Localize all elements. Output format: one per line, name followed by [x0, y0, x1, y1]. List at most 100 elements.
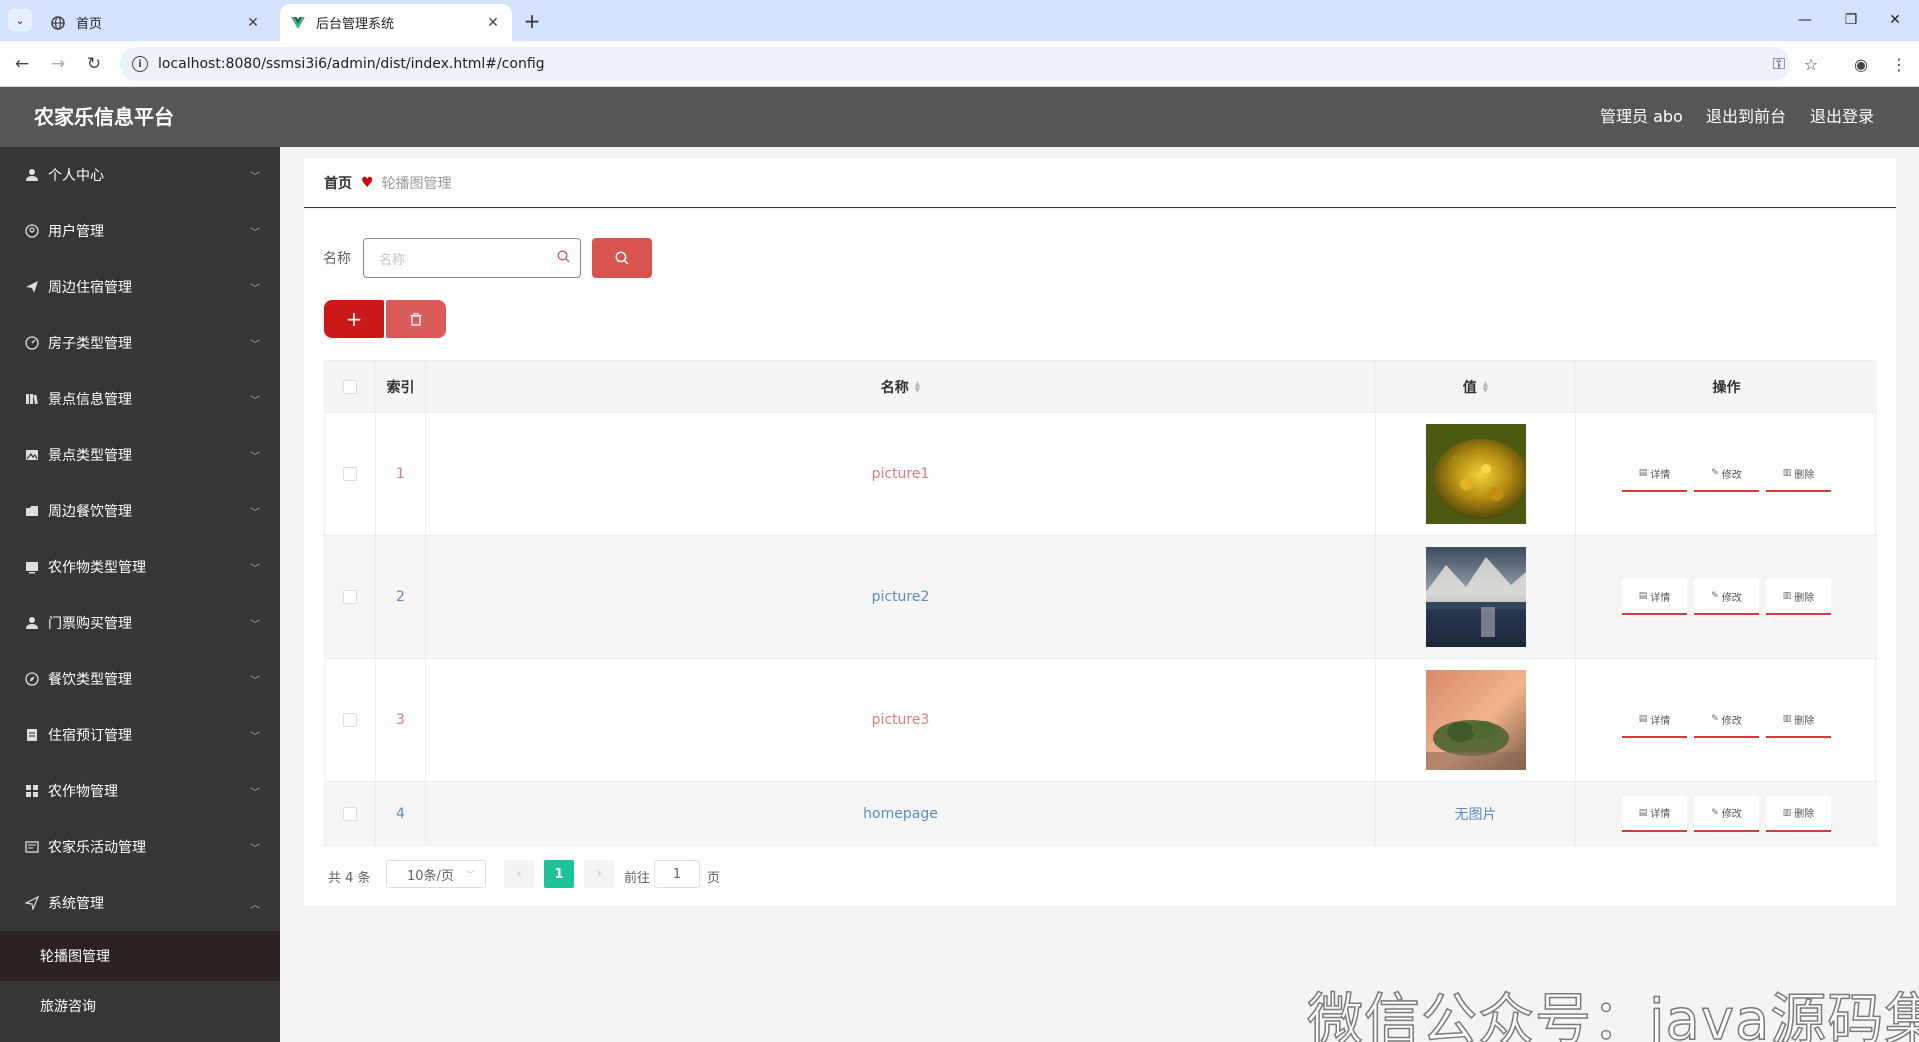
row-checkbox-cell[interactable] [325, 536, 376, 658]
key-icon[interactable]: ⚿ [1766, 51, 1792, 77]
goto-page-input[interactable]: 1 [654, 860, 700, 888]
delete-button[interactable]: ▥ 删除 [1766, 456, 1831, 492]
sidebar-item-ticket-purchase[interactable]: 门票购买管理 ﹀ [0, 595, 280, 651]
detail-button[interactable]: ▤ 详情 [1622, 456, 1687, 492]
sidebar-item-house-type[interactable]: 房子类型管理 ﹀ [0, 315, 280, 371]
search-label: 名称 [323, 251, 351, 267]
edit-label: 修改 [1721, 715, 1742, 727]
table-header-row: 索引 名称 ▲ ▼ 值 ▲ ▼ 操作 [325, 361, 1877, 413]
logout-link[interactable]: 退出登录 [1810, 87, 1874, 147]
close-icon[interactable]: ✕ [242, 12, 264, 34]
page-number-current[interactable]: 1 [544, 860, 574, 888]
delete-button[interactable]: ▥ 删除 [1766, 702, 1831, 738]
row-actions: ▤ 详情 ✎ 修改 ▥ 删除 [1576, 536, 1877, 658]
edit-button[interactable]: ✎ 修改 [1694, 702, 1759, 738]
tab-search-chevron-icon[interactable]: ⌄ [8, 9, 32, 31]
sidebar-subitem-travel-consult[interactable]: 旅游咨询 [0, 981, 280, 1031]
site-info-icon[interactable]: i [132, 56, 148, 72]
sidebar-item-label: 住宿预订管理 [48, 728, 132, 744]
header-name[interactable]: 名称 ▲ ▼ [426, 361, 1376, 412]
sidebar-item-user-management[interactable]: 用户管理 ﹀ [0, 203, 280, 259]
sidebar-menu: 个人中心 ﹀ 用户管理 ﹀ 周边住宿管理 ﹀ 房子类型管理 ﹀ 景点信息管理 ﹀… [0, 147, 280, 1042]
pagination-total: 共 4 条 [328, 871, 371, 886]
send-icon [23, 278, 41, 296]
detail-button[interactable]: ▤ 详情 [1622, 702, 1687, 738]
carousel-thumbnail-yellow-flower[interactable] [1425, 424, 1526, 524]
row-checkbox[interactable] [343, 590, 357, 604]
carousel-thumbnail-mountain-lake[interactable] [1425, 547, 1526, 647]
select-all-checkbox[interactable] [343, 379, 357, 394]
sidebar-item-system-management[interactable]: 系统管理 ︿ [0, 875, 280, 931]
edit-button[interactable]: ✎ 修改 [1694, 456, 1759, 492]
sidebar-item-scenic-info[interactable]: 景点信息管理 ﹀ [0, 371, 280, 427]
breadcrumb-home[interactable]: 首页 [324, 173, 352, 193]
reload-icon[interactable]: ↻ [80, 50, 108, 78]
sort-caret-icon[interactable]: ▲ ▼ [1483, 380, 1488, 393]
new-tab-plus-icon[interactable]: + [520, 9, 544, 33]
row-checkbox-cell[interactable] [325, 659, 376, 781]
browser-tab-home[interactable]: 首页 ✕ [40, 4, 272, 41]
delete-button[interactable]: ▥ 删除 [1766, 579, 1831, 615]
window-close-icon[interactable]: ✕ [1877, 6, 1913, 34]
carousel-thumbnail-island-sunset[interactable] [1425, 670, 1526, 770]
page-size-select[interactable]: 10条/页 ﹀ [386, 860, 486, 888]
sidebar-item-activities[interactable]: 农家乐活动管理 ﹀ [0, 819, 280, 875]
browser-tab-title: 后台管理系统 [316, 17, 395, 32]
header-select-all[interactable] [325, 361, 376, 412]
url-omnibox[interactable]: i localhost:8080/ssmsi3i6/admin/dist/ind… [120, 47, 1790, 81]
sidebar-item-label: 周边住宿管理 [48, 280, 132, 296]
name-search-input[interactable]: 名称 [363, 238, 581, 278]
sidebar-item-dining-type[interactable]: 餐饮类型管理 ﹀ [0, 651, 280, 707]
sidebar-item-label: 门票购买管理 [48, 616, 132, 632]
sidebar-item-label: 景点信息管理 [48, 392, 132, 408]
row-checkbox[interactable] [343, 806, 357, 821]
row-checkbox[interactable] [343, 467, 357, 481]
detail-button[interactable]: ▤ 详情 [1622, 579, 1687, 615]
minimize-icon[interactable]: — [1787, 6, 1823, 34]
sidebar-item-lodging-booking[interactable]: 住宿预订管理 ﹀ [0, 707, 280, 763]
row-checkbox-cell[interactable] [325, 413, 376, 535]
detail-button[interactable]: ▤ 详情 [1622, 795, 1687, 832]
bookmark-star-icon[interactable]: ☆ [1798, 51, 1824, 77]
sort-caret-icon[interactable]: ▲ ▼ [915, 380, 920, 393]
prev-page-button[interactable]: ‹ [504, 860, 534, 888]
gauge-icon [23, 334, 41, 352]
chevron-down-icon: ﹀ [250, 619, 260, 631]
chevron-down-icon: ﹀ [250, 339, 260, 351]
sidebar-item-crop-management[interactable]: 农作物管理 ﹀ [0, 763, 280, 819]
detail-label: 详情 [1650, 592, 1671, 604]
search-button[interactable] [592, 238, 652, 278]
exit-to-front-link[interactable]: 退出到前台 [1706, 87, 1786, 147]
back-arrow-icon[interactable]: ← [8, 50, 36, 78]
restore-icon[interactable]: ❐ [1833, 6, 1869, 34]
row-checkbox-cell[interactable] [325, 782, 376, 845]
trash-icon: ▥ [1782, 714, 1792, 724]
forward-arrow-icon[interactable]: → [44, 50, 72, 78]
sidebar-item-lodging[interactable]: 周边住宿管理 ﹀ [0, 259, 280, 315]
row-value [1376, 659, 1576, 781]
sidebar-item-dining[interactable]: 周边餐饮管理 ﹀ [0, 483, 280, 539]
next-page-button[interactable]: › [584, 860, 614, 888]
browser-tab-admin[interactable]: 后台管理系统 ✕ [280, 4, 512, 41]
edit-button[interactable]: ✎ 修改 [1694, 579, 1759, 615]
add-button[interactable]: + [324, 300, 384, 338]
delete-button[interactable]: ▥ 删除 [1766, 795, 1831, 832]
header-value[interactable]: 值 ▲ ▼ [1376, 361, 1576, 412]
search-placeholder: 名称 [379, 252, 406, 268]
header-name-label: 名称 [880, 379, 909, 396]
sidebar-item-scenic-type[interactable]: 景点类型管理 ﹀ [0, 427, 280, 483]
carousel-table: 索引 名称 ▲ ▼ 值 ▲ ▼ 操作 1 picture1 ▤ 详情 ✎ 修改 … [324, 360, 1877, 846]
header-value-label: 值 [1462, 379, 1477, 396]
detail-label: 详情 [1650, 469, 1671, 481]
row-index: 3 [376, 659, 426, 781]
close-icon[interactable]: ✕ [482, 12, 504, 34]
batch-delete-button[interactable] [386, 300, 446, 338]
edit-button[interactable]: ✎ 修改 [1694, 795, 1759, 832]
profile-icon[interactable]: ◉ [1848, 51, 1874, 77]
sidebar-item-crop-type[interactable]: 农作物类型管理 ﹀ [0, 539, 280, 595]
sidebar-item-personal-center[interactable]: 个人中心 ﹀ [0, 147, 280, 203]
sidebar-subitem-carousel[interactable]: 轮播图管理 [0, 931, 280, 981]
row-checkbox[interactable] [343, 713, 357, 727]
table-row: 2 picture2 ▤ 详情 ✎ 修改 ▥ 删除 [325, 536, 1877, 659]
browser-menu-icon[interactable]: ⋮ [1886, 51, 1912, 77]
